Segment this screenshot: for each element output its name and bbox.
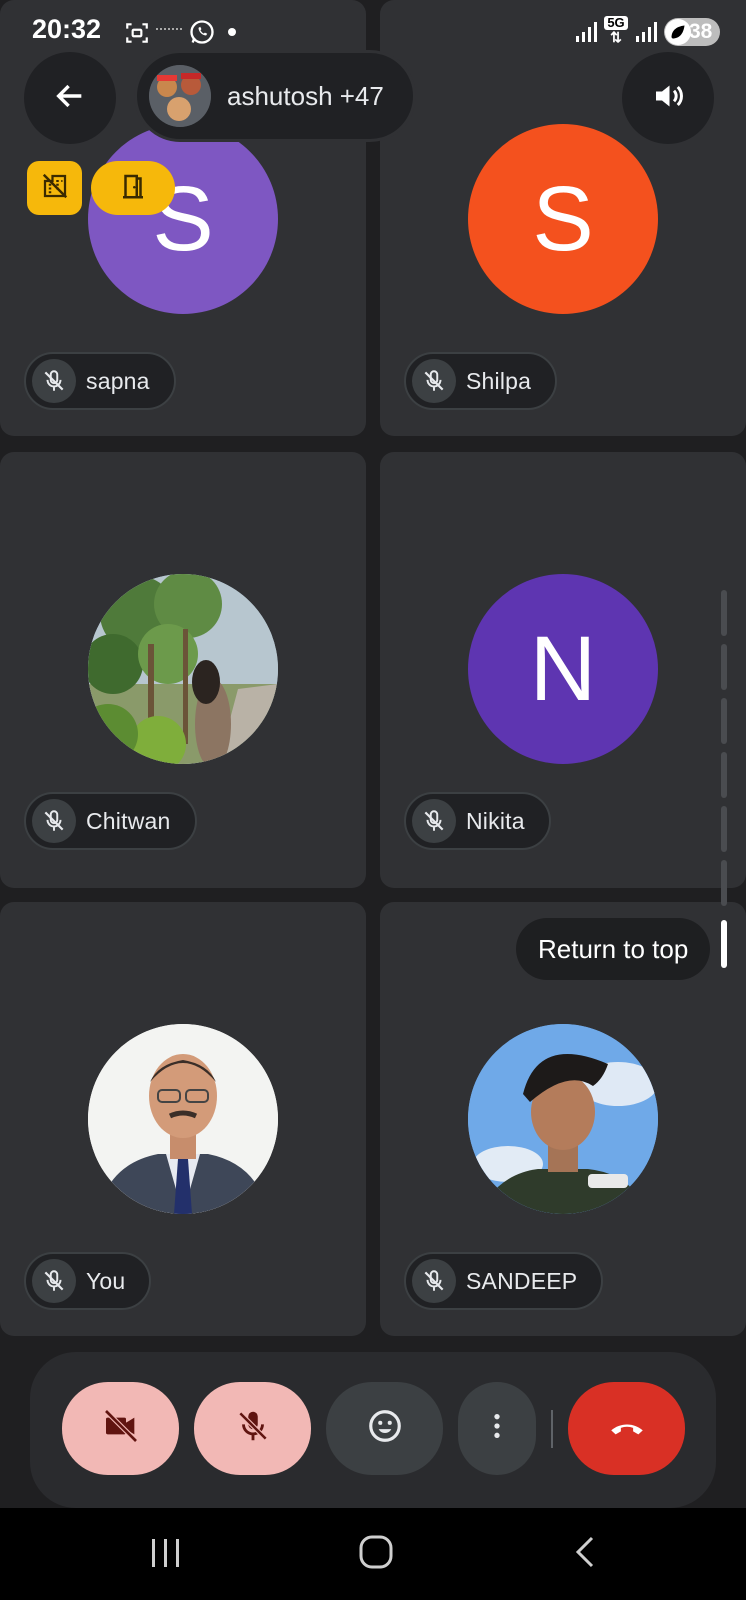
no-building-icon xyxy=(40,171,70,206)
small-status-icon xyxy=(156,28,182,38)
name-chip-chitwan: Chitwan xyxy=(24,792,197,850)
arrow-left-icon xyxy=(53,79,87,118)
group-avatar xyxy=(149,65,211,127)
scroll-segment xyxy=(721,590,727,636)
name-chip-sapna: sapna xyxy=(24,352,176,410)
recent-apps-icon[interactable] xyxy=(148,1536,184,1575)
whatsapp-icon xyxy=(188,18,216,51)
avatar-chitwan-photo xyxy=(88,574,278,764)
system-nav-bar xyxy=(0,1508,746,1600)
status-time: 20:32 xyxy=(32,14,102,44)
scroll-segment xyxy=(721,752,727,798)
camera-off-icon xyxy=(101,1406,141,1451)
speaker-button[interactable] xyxy=(622,52,714,144)
name-chip-sandeep: SANDEEP xyxy=(404,1252,604,1310)
nav-back-icon[interactable] xyxy=(570,1534,600,1575)
avatar-initial: N xyxy=(529,618,597,720)
home-icon[interactable] xyxy=(358,1534,394,1575)
participant-tile-chitwan[interactable]: Chitwan xyxy=(0,452,366,888)
mic-off-icon xyxy=(32,1259,76,1303)
participant-tile-nikita[interactable]: N Nikita xyxy=(380,452,746,888)
participant-name: Shilpa xyxy=(466,367,532,394)
scroll-segment xyxy=(721,806,727,852)
notification-dot xyxy=(228,28,236,36)
battery-indicator: 38 xyxy=(664,18,720,46)
door-badge[interactable] xyxy=(91,161,175,215)
participant-name: SANDEEP xyxy=(466,1267,578,1294)
name-chip-shilpa: Shilpa xyxy=(404,352,558,410)
return-to-top-label: Return to top xyxy=(538,933,689,964)
scroll-segment xyxy=(721,860,727,906)
door-icon xyxy=(118,171,148,206)
controls-divider xyxy=(551,1410,553,1448)
mic-off-icon xyxy=(412,359,456,403)
name-chip-you: You xyxy=(24,1252,152,1310)
avatar-sandeep-photo xyxy=(468,1024,658,1214)
battery-level: 38 xyxy=(689,20,713,43)
participant-tile-you[interactable]: You xyxy=(0,902,366,1336)
mic-toggle-button[interactable] xyxy=(194,1382,311,1475)
smiley-icon xyxy=(366,1407,404,1450)
avatar-sapna: S xyxy=(88,124,278,314)
scroll-segment xyxy=(721,644,727,690)
phone-hangup-icon xyxy=(606,1405,648,1452)
scroll-segment xyxy=(721,698,727,744)
name-chip-nikita: Nikita xyxy=(404,792,551,850)
group-label: ashutosh +47 xyxy=(227,80,384,111)
mic-off-icon xyxy=(32,799,76,843)
network-label: 5G xyxy=(604,16,628,30)
participant-name: You xyxy=(86,1267,126,1294)
scroll-segment-active xyxy=(721,920,727,968)
participant-name: Chitwan xyxy=(86,807,171,834)
mic-off-icon xyxy=(412,1259,456,1303)
return-to-top-button[interactable]: Return to top xyxy=(516,918,711,980)
avatar-nikita: N xyxy=(468,574,658,764)
avatar-you-photo xyxy=(88,1024,278,1214)
participant-name: Nikita xyxy=(466,807,525,834)
no-building-badge[interactable] xyxy=(27,161,82,215)
participant-name: sapna xyxy=(86,367,150,394)
call-participants-pill[interactable]: ashutosh +47 xyxy=(134,50,416,142)
mic-off-icon xyxy=(234,1407,272,1450)
signal-1-icon xyxy=(576,22,598,47)
camera-toggle-button[interactable] xyxy=(62,1382,179,1475)
speaker-icon xyxy=(650,78,686,119)
reactions-button[interactable] xyxy=(326,1382,443,1475)
back-button[interactable] xyxy=(24,52,116,144)
mic-off-icon xyxy=(32,359,76,403)
more-vert-icon xyxy=(481,1408,513,1449)
mic-off-icon xyxy=(412,799,456,843)
network-5g-icon: 5G ⇅ xyxy=(604,16,628,44)
signal-2-icon xyxy=(636,22,658,47)
hang-up-button[interactable] xyxy=(568,1382,685,1475)
screen-record-icon xyxy=(124,20,150,51)
more-options-button[interactable] xyxy=(458,1382,536,1475)
battery-leaf-icon xyxy=(665,19,691,45)
avatar-initial: S xyxy=(532,168,594,270)
avatar-shilpa: S xyxy=(468,124,658,314)
